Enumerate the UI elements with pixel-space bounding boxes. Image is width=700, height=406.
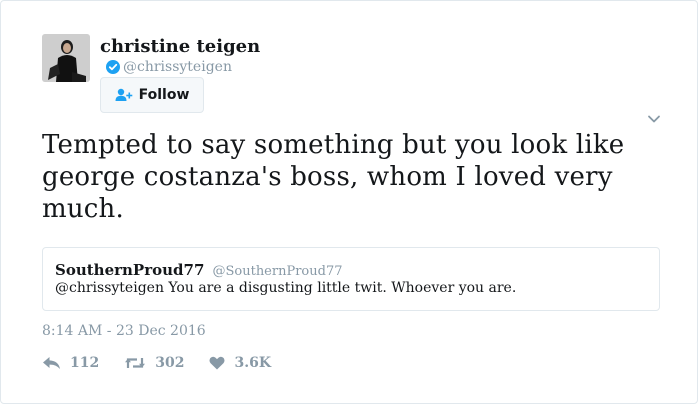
quoted-author-handle: @SouthernProud77 — [212, 264, 343, 279]
heart-icon — [209, 356, 225, 370]
tweet-text: Tempted to say something but you look li… — [42, 130, 625, 224]
profile-photo — [42, 34, 90, 82]
tweet-card: christine teigen @chrissyteigen Follow T… — [0, 0, 698, 404]
like-button[interactable]: 3.6K — [209, 355, 271, 371]
reply-icon — [43, 357, 60, 369]
quoted-tweet-text: @chrissyteigen You are a disgusting litt… — [55, 280, 517, 296]
chevron-down-icon[interactable] — [647, 114, 661, 124]
author-name[interactable]: christine teigen — [100, 36, 260, 57]
author-handle-row: @chrissyteigen — [106, 59, 232, 75]
retweet-count: 302 — [155, 355, 185, 371]
quoted-tweet-header: SouthernProud77 @SouthernProud77 — [55, 260, 343, 279]
quoted-author-name: SouthernProud77 — [55, 261, 205, 279]
retweet-button[interactable]: 302 — [124, 355, 184, 371]
add-user-icon — [115, 88, 132, 101]
verified-badge-icon — [106, 60, 120, 74]
tweet-actions: 112 302 3.6K — [42, 355, 296, 371]
author-handle[interactable]: @chrissyteigen — [123, 59, 232, 75]
quoted-tweet[interactable]: SouthernProud77 @SouthernProud77 @chriss… — [42, 247, 660, 311]
reply-button[interactable]: 112 — [42, 355, 99, 371]
retweet-icon — [125, 358, 146, 368]
follow-button-label: Follow — [138, 87, 190, 103]
follow-button[interactable]: Follow — [100, 77, 204, 113]
avatar[interactable] — [42, 34, 90, 82]
like-count: 3.6K — [234, 355, 271, 371]
tweet-timestamp[interactable]: 8:14 AM - 23 Dec 2016 — [42, 323, 206, 339]
reply-count: 112 — [70, 355, 100, 371]
